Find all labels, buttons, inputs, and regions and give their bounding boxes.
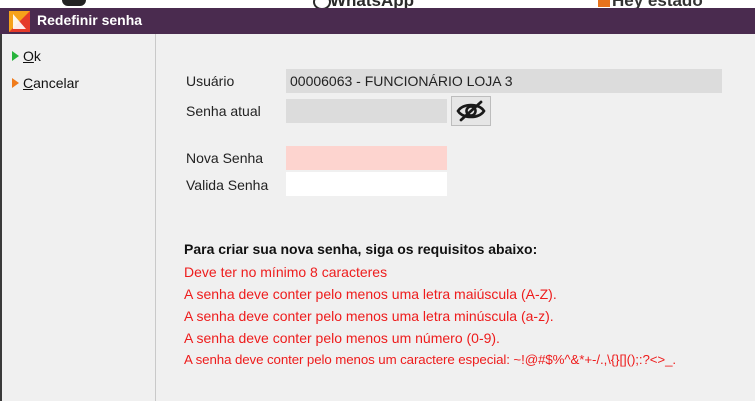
whatsapp-icon (313, 0, 331, 8)
requirement-item: A senha deve conter pelo menos um caract… (184, 352, 676, 367)
form-panel: Usuário 00006063 - FUNCIONÁRIO LOJA 3 Se… (156, 34, 755, 401)
eye-slash-icon (456, 100, 486, 122)
cancel-button[interactable]: Cancelar (12, 75, 79, 91)
window-title: Redefinir senha (37, 12, 143, 28)
nova-senha-label: Nova Senha (186, 150, 264, 166)
senha-atual-label: Senha atual (186, 103, 261, 119)
cancel-button-label: Cancelar (23, 75, 80, 91)
requirement-item: A senha deve conter pelo menos uma letra… (184, 308, 554, 324)
usuario-label: Usuário (186, 73, 235, 89)
requirement-item: A senha deve conter pelo menos uma letra… (184, 286, 557, 302)
redefinir-senha-dialog: Redefinir senha Ok Cancelar Usuário 0000… (0, 8, 755, 401)
nova-senha-field[interactable] (286, 146, 447, 170)
ok-button-label: Ok (23, 48, 41, 64)
ok-button[interactable]: Ok (12, 48, 41, 64)
requirements-title: Para criar sua nova senha, siga os requi… (184, 241, 538, 257)
usuario-field: 00006063 - FUNCIONÁRIO LOJA 3 (286, 69, 722, 93)
app-logo-icon (9, 11, 30, 32)
senha-atual-field[interactable] (286, 99, 447, 123)
background-whatsapp-text: WhatsApp (330, 0, 414, 8)
background-right-text: Hey estado (612, 0, 703, 8)
toggle-password-visibility-button[interactable] (451, 96, 491, 126)
window-left-edge (0, 34, 2, 401)
background-app-strip: WhatsApp Hey estado (0, 0, 755, 8)
valida-senha-field[interactable] (286, 172, 447, 196)
play-triangle-icon (12, 51, 19, 61)
background-logo-icon (62, 0, 86, 6)
valida-senha-label: Valida Senha (186, 177, 269, 193)
play-triangle-icon (12, 78, 19, 88)
action-sidebar: Ok Cancelar (0, 34, 156, 401)
requirement-item: A senha deve conter pelo menos um número… (184, 330, 500, 346)
title-bar[interactable]: Redefinir senha (0, 8, 755, 34)
background-app-icon (598, 0, 610, 7)
requirement-item: Deve ter no mínimo 8 caracteres (184, 264, 388, 280)
